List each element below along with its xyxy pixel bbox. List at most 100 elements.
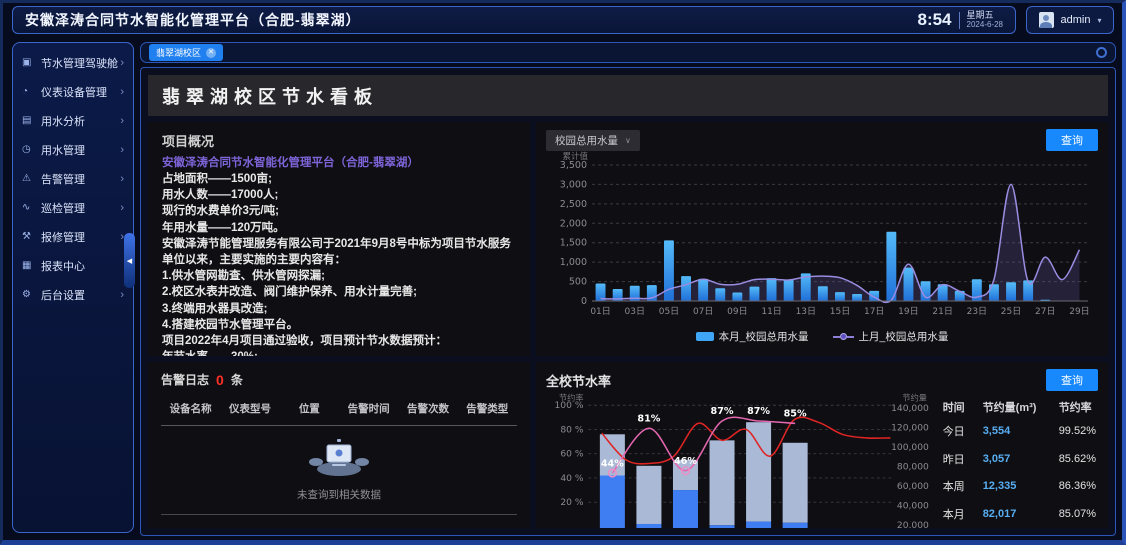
refresh-icon[interactable] (1096, 47, 1107, 58)
saving-rate-chart: 节约率 节约量100 %80 %60 %40 %20 %140,000120,00… (555, 392, 929, 528)
report-icon: ▦ (22, 260, 32, 271)
sidebar-collapse-handle[interactable]: ◀ (124, 233, 135, 288)
dropdown-value: 校园总用水量 (555, 134, 618, 147)
clock-icon: ◷ (22, 144, 31, 155)
sidebar-item-6[interactable]: ∿ 巡检管理 › (13, 193, 133, 222)
svg-text:80 %: 80 % (560, 425, 584, 435)
overview-line: 现行的水费单价3元/吨; (162, 205, 279, 218)
svg-text:100,000: 100,000 (891, 443, 929, 453)
sidebar-item-1[interactable]: ▣ 节水管理驾驶舱 › (13, 48, 133, 77)
sidebar-item-7[interactable]: ⚒ 报修管理 › (13, 222, 133, 251)
svg-text:27日: 27日 (1035, 306, 1055, 317)
tab-label: 翡翠湖校区 (156, 48, 202, 58)
overview-link[interactable]: 安徽泽涛合同节水智能化管理平台（合肥-翡翠湖） (162, 155, 516, 171)
svg-text:05日: 05日 (659, 306, 679, 317)
sidebar-item-label: 节水管理驾驶舱 (41, 57, 118, 70)
bar-swatch-icon (695, 332, 714, 341)
clock-date: 2024-6-28 (966, 19, 1003, 29)
settings-icon: ⚙ (22, 289, 31, 300)
saving-query-button[interactable]: 查询 (1046, 369, 1098, 391)
app-title: 安徽泽涛合同节水智能化管理平台（合肥-翡翠湖） (25, 12, 361, 28)
overview-line: 用水人数——17000人; (162, 189, 279, 202)
chevron-right-icon: › (120, 201, 124, 214)
saving-rate-panel: 全校节水率 查询 节约率 节约量 100 % 80 % 60 % 40 % 20 % 140,… (536, 362, 1108, 528)
close-icon[interactable]: ✕ (206, 47, 217, 58)
svg-text:87%: 87% (747, 406, 770, 417)
overview-line: 占地面积——1500亩; (162, 173, 272, 185)
chevron-right-icon: › (120, 143, 124, 156)
page-title: 翡翠湖校区节水看板 (148, 75, 1108, 116)
sidebar-item-2[interactable]: ◔ 仪表设备管理 › (13, 77, 133, 106)
chevron-right-icon: › (120, 114, 124, 127)
svg-text:01日: 01日 (590, 306, 610, 317)
sidebar-item-5[interactable]: ⚠ 告警管理 › (13, 164, 133, 193)
chevron-down-icon: ▾ (1097, 15, 1102, 25)
usage-query-button[interactable]: 查询 (1046, 129, 1098, 151)
chevron-right-icon: › (120, 172, 124, 185)
svg-text:1,500: 1,500 (560, 238, 587, 249)
stats-row: 今日 3,554 99.52% (943, 423, 1096, 439)
sidebar-item-8[interactable]: ▦ 报表中心 (13, 251, 133, 280)
stats-rate: 86.36% (1058, 480, 1096, 493)
alarm-empty-state: 未查询到相关数据 (161, 426, 517, 515)
overview-line: 3.终端用水器具改造; (162, 302, 268, 315)
legend-current-month[interactable]: 本月_校园总用水量 (695, 329, 809, 344)
svg-text:1,000: 1,000 (560, 257, 587, 268)
sidebar-item-label: 告警管理 (41, 173, 85, 186)
alarm-column-header: 告警时间 (347, 403, 390, 415)
overview-line: 2.校区水表井改造、阀门维护保养、用水计量完善; (162, 286, 417, 299)
usage-metric-dropdown[interactable]: 校园总用水量 ∨ (546, 129, 640, 151)
svg-text:46%: 46% (674, 456, 697, 467)
svg-text:03日: 03日 (625, 306, 645, 317)
sidebar-item-label: 巡检管理 (41, 202, 85, 215)
svg-text:20,000: 20,000 (897, 521, 929, 528)
main-area: 翡翠湖校区 ✕ 翡翠湖校区节水看板 项目概况 安徽泽涛合同节水智能化管理平台（合… (140, 42, 1116, 536)
svg-text:2,500: 2,500 (560, 199, 587, 210)
alarm-unit: 条 (230, 373, 243, 387)
svg-text:81%: 81% (637, 414, 660, 425)
svg-text:60,000: 60,000 (897, 482, 929, 492)
usage-chart-panel: 校园总用水量 ∨ 查询 累计值 0 500 1,000 1,500 2,000 2,500 3… (536, 122, 1108, 356)
overview-line: 项目2022年4月项目通过验收，项目预计节水数据预计： (162, 335, 447, 348)
svg-text:23日: 23日 (967, 306, 987, 317)
svg-text:29日: 29日 (1069, 306, 1089, 317)
svg-text:60 %: 60 % (560, 450, 584, 460)
svg-text:80,000: 80,000 (897, 463, 929, 473)
sidebar-menu: ▣ 节水管理驾驶舱 › ◔ 仪表设备管理 › ▤ 用水分析 › ◷ 用水管理 › ⚠ 告警管理 › ∿ 巡检管理… (13, 48, 133, 309)
svg-text:120,000: 120,000 (891, 424, 929, 434)
dashboard-icon: ▣ (22, 57, 32, 68)
chevron-right-icon: › (120, 288, 124, 301)
stats-period: 本月 (942, 508, 965, 521)
alarm-column-header: 设备名称 (169, 403, 212, 415)
title-bar: 安徽泽涛合同节水智能化管理平台（合肥-翡翠湖） 8:54 星期五 2024-6-… (12, 6, 1016, 34)
sidebar-item-3[interactable]: ▤ 用水分析 › (13, 106, 133, 135)
meter-icon: ◔ (22, 86, 29, 97)
stats-amount: 82,017 (982, 507, 1017, 520)
svg-text:13日: 13日 (796, 306, 816, 317)
sidebar-item-label: 用水管理 (41, 144, 85, 157)
legend-previous-month[interactable]: 上月_校园总用水量 (832, 329, 948, 344)
stats-rate: 85.07% (1058, 507, 1096, 520)
svg-text:87%: 87% (711, 406, 734, 417)
stats-rate: 85.62% (1058, 452, 1096, 465)
sidebar-item-9[interactable]: ⚙ 后台设置 › (13, 280, 133, 309)
svg-text:节约量: 节约量 (902, 392, 926, 402)
stats-rate: 99.52% (1058, 425, 1096, 437)
user-menu[interactable]: admin ▾ (1026, 6, 1114, 34)
usage-chart-legend: 本月_校园总用水量 上月_校园总用水量 (546, 328, 1098, 349)
tab-bar: 翡翠湖校区 ✕ (140, 42, 1116, 63)
stats-period: 今日 (942, 426, 965, 438)
line-swatch-icon (832, 333, 854, 340)
saving-stats-rows: 今日 3,554 99.52% 昨日 3,057 85.62% 本周 12,335 86.36%… (943, 415, 1096, 522)
svg-text:44%: 44% (601, 458, 624, 469)
svg-text:25日: 25日 (1001, 306, 1021, 317)
stats-period: 昨日 (942, 453, 965, 466)
clock-time: 8:54 (917, 10, 952, 29)
tab-campus[interactable]: 翡翠湖校区 ✕ (149, 44, 224, 61)
stats-row: 本周 12,335 86.36% (943, 478, 1096, 494)
svg-text:40,000: 40,000 (897, 502, 929, 512)
sidebar-item-4[interactable]: ◷ 用水管理 › (13, 135, 133, 164)
chevron-right-icon: › (120, 56, 124, 69)
svg-text:140,000: 140,000 (891, 404, 929, 414)
overview-lines: 占地面积——1500亩; 用水人数——17000人; 现行的水费单价3元/吨; 年用水… (162, 171, 516, 356)
